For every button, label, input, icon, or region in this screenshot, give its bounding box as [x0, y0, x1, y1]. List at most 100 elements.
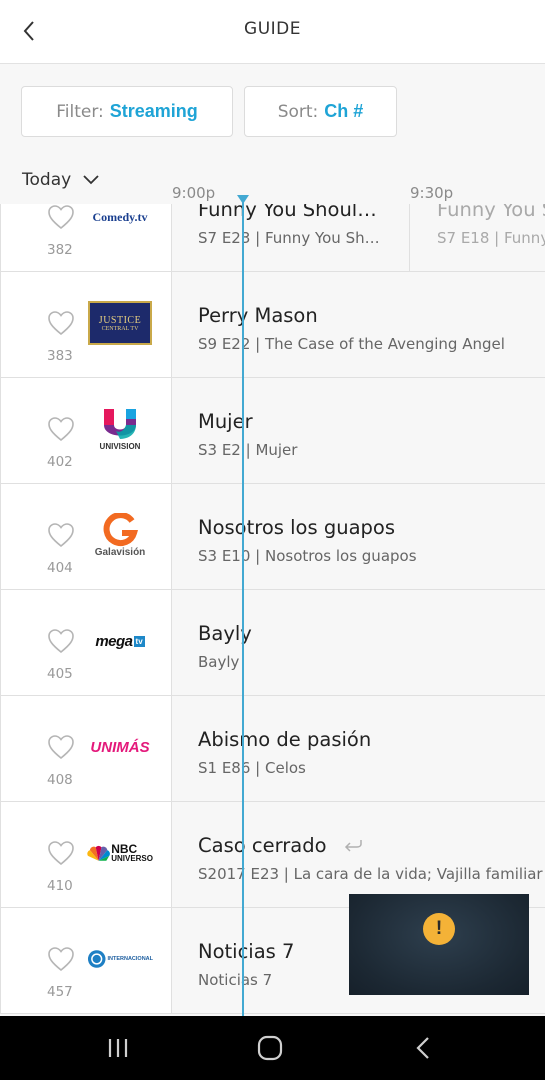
heart-icon[interactable] [47, 522, 75, 548]
heart-icon[interactable] [47, 204, 75, 230]
program-cell[interactable]: Abismo de pasión S1 E86 | Celos [172, 696, 545, 801]
mini-player[interactable]: ! [349, 894, 529, 995]
heart-icon[interactable] [47, 840, 75, 866]
logo-text: UNIVISION [99, 442, 141, 451]
program-subtitle: Bayly [198, 653, 240, 671]
guide-screen: GUIDE Filter: Streaming Sort: Ch # Today… [0, 0, 545, 1080]
sort-value: Ch # [324, 101, 364, 121]
channel-number: 404 [47, 560, 73, 576]
program-cell[interactable]: Funny You Shoul… S7 E23 | Funny You Sh… [172, 204, 410, 271]
channel-cell: JUSTICE CENTRAL TV 383 [0, 272, 172, 377]
channel-number: 410 [47, 878, 73, 894]
channel-cell: Comedy.tv 382 [0, 204, 172, 271]
logo-subtext: UNIVERSO [111, 854, 153, 863]
logo-text: JUSTICE [98, 314, 142, 326]
heart-icon[interactable] [47, 310, 75, 336]
channel-cell: UNIVISION 402 [0, 378, 172, 483]
heart-icon[interactable] [47, 416, 75, 442]
channel-cell: UNIMÁS 408 [0, 696, 172, 801]
filter-button[interactable]: Filter: Streaming [21, 86, 233, 137]
time-bar: 9:00p 9:30p [0, 182, 545, 206]
channel-cell: mega tv 405 [0, 590, 172, 695]
program-cell[interactable]: Mujer S3 E2 | Mujer [172, 378, 545, 483]
home-icon [257, 1035, 283, 1061]
program-cell[interactable]: Nosotros los guapos S3 E10 | Nosotros lo… [172, 484, 545, 589]
channel-row: UNIMÁS 408 Abismo de pasión S1 E86 | Cel… [0, 696, 545, 802]
back-arrow-icon [416, 1037, 429, 1059]
heart-icon[interactable] [47, 946, 75, 972]
recent-apps-button[interactable] [98, 1032, 138, 1064]
time-slot-label: 9:00p [172, 184, 216, 202]
channel-cell: Galavisión 404 [0, 484, 172, 589]
univision-logo: UNIVISION [87, 404, 153, 454]
program-title: Bayly [198, 622, 252, 645]
system-navigation-bar [0, 1016, 545, 1080]
program-subtitle: S3 E2 | Mujer [198, 441, 298, 459]
current-time-line [242, 198, 244, 1016]
time-slot-label: 9:30p [410, 184, 454, 202]
channel-row: Galavisión 404 Nosotros los guapos S3 E1… [0, 484, 545, 590]
recent-apps-icon [108, 1039, 128, 1057]
filter-label: Filter: [56, 101, 104, 122]
channel-number: 405 [47, 666, 73, 682]
program-subtitle: S7 E18 | Funny [437, 229, 545, 247]
channel-row: UNIVISION 402 Mujer S3 E2 | Mujer [0, 378, 545, 484]
current-time-marker [237, 195, 249, 204]
rerun-icon [344, 840, 362, 852]
channel-row: NBC UNIVERSO 410 Caso cerrado S2017 E23 … [0, 802, 545, 908]
nbc-universo-logo: NBC UNIVERSO [87, 828, 153, 878]
home-button[interactable] [250, 1032, 290, 1064]
page-title: GUIDE [244, 19, 301, 39]
channel-number: 457 [47, 984, 73, 1000]
program-subtitle: S3 E10 | Nosotros los guapos [198, 547, 417, 565]
program-cell[interactable]: Perry Mason S9 E22 | The Case of the Ave… [172, 272, 545, 377]
channel-cell: INTERNACIONAL 457 [0, 908, 172, 1013]
tc-internacional-logo: INTERNACIONAL [87, 934, 153, 984]
channel-row: mega tv 405 Bayly Bayly [0, 590, 545, 696]
logo-text: UNIMÁS [90, 738, 150, 756]
sort-button[interactable]: Sort: Ch # [244, 86, 397, 137]
channel-number: 382 [47, 242, 73, 258]
channel-number: 402 [47, 454, 73, 470]
filter-value: Streaming [109, 101, 198, 121]
heart-icon[interactable] [47, 734, 75, 760]
channel-number: 408 [47, 772, 73, 788]
program-subtitle: Noticias 7 [198, 971, 273, 989]
channel-number: 383 [47, 348, 73, 364]
galavision-logo: Galavisión [87, 510, 153, 560]
logo-text: INTERNACIONAL [107, 956, 153, 962]
program-subtitle: S2017 E23 | La cara de la vida; Vajilla … [198, 865, 543, 883]
logo-subtext: CENTRAL TV [101, 325, 139, 332]
program-title: Perry Mason [198, 304, 318, 327]
program-title: Funny You Shoul… [198, 204, 377, 221]
program-title: Caso cerrado [198, 834, 363, 857]
program-title: Mujer [198, 410, 253, 433]
heart-icon[interactable] [47, 628, 75, 654]
megatv-logo: mega tv [87, 616, 153, 666]
program-title-text: Caso cerrado [198, 834, 327, 857]
channel-row: JUSTICE CENTRAL TV 383 Perry Mason S9 E2… [0, 272, 545, 378]
channel-row: Comedy.tv 382 Funny You Shoul… S7 E23 | … [0, 204, 545, 272]
filter-sort-bar: Filter: Streaming Sort: Ch # [0, 86, 545, 138]
program-title: Funny You S [437, 204, 545, 221]
logo-text: Galavisión [94, 546, 146, 558]
warning-icon: ! [423, 913, 455, 945]
sort-label: Sort: [277, 101, 319, 122]
unimas-logo: UNIMÁS [87, 722, 153, 772]
program-cell[interactable]: Bayly Bayly [172, 590, 545, 695]
logo-text: mega [95, 632, 133, 650]
program-subtitle: S7 E23 | Funny You Sh… [198, 229, 380, 247]
comedytv-logo: Comedy.tv [87, 204, 153, 242]
system-back-button[interactable] [403, 1032, 443, 1064]
program-cell[interactable]: Caso cerrado S2017 E23 | La cara de la v… [172, 802, 545, 907]
program-title: Abismo de pasión [198, 728, 372, 751]
logo-subtext: tv [133, 635, 145, 647]
program-title: Nosotros los guapos [198, 516, 395, 539]
justice-central-logo: JUSTICE CENTRAL TV [87, 298, 153, 348]
program-cell-next[interactable]: Funny You S S7 E18 | Funny [411, 204, 545, 271]
program-title: Noticias 7 [198, 940, 295, 963]
channel-cell: NBC UNIVERSO 410 [0, 802, 172, 907]
logo-text: Comedy.tv [92, 209, 148, 224]
program-subtitle: S1 E86 | Celos [198, 759, 306, 777]
header: GUIDE [0, 0, 545, 64]
